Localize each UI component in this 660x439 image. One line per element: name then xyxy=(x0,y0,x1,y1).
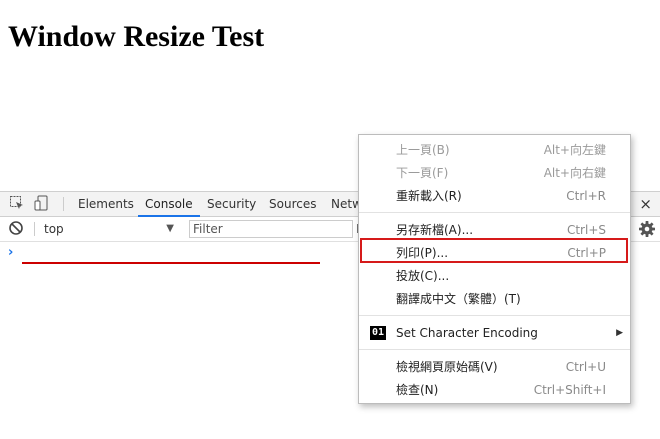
menu-item-set-character-encoding[interactable]: 01 Set Character Encoding ▶ xyxy=(359,322,630,344)
menu-separator xyxy=(359,315,630,316)
menu-item-label: 檢查(N) xyxy=(396,383,439,397)
menu-item-shortcut: Ctrl+R xyxy=(566,189,606,203)
menu-item-label: 重新載入(R) xyxy=(396,189,462,203)
menu-item-translate[interactable]: 翻譯成中文（繁體）(T) xyxy=(359,288,630,310)
tab-divider xyxy=(63,197,64,211)
submenu-arrow-icon: ▶ xyxy=(616,328,623,338)
clear-console-icon[interactable] xyxy=(8,220,24,236)
menu-item-label: 檢視網頁原始碼(V) xyxy=(396,360,498,374)
context-selector-value: top xyxy=(44,222,64,236)
menu-item-label: 下一頁(F) xyxy=(396,166,449,180)
console-filter-input[interactable] xyxy=(189,220,353,238)
menu-item-shortcut: Ctrl+P xyxy=(567,246,606,260)
menu-item-label: 翻譯成中文（繁體）(T) xyxy=(396,292,521,306)
menu-item-shortcut: Ctrl+U xyxy=(565,360,606,374)
menu-item-forward[interactable]: 下一頁(F) Alt+向右鍵 xyxy=(359,162,630,184)
menu-item-label: 上一頁(B) xyxy=(396,143,450,157)
menu-item-print[interactable]: 列印(P)... Ctrl+P xyxy=(359,242,630,264)
menu-item-shortcut: Alt+向右鍵 xyxy=(543,166,606,180)
gear-icon[interactable] xyxy=(638,220,656,238)
context-selector[interactable]: top ▼ xyxy=(44,220,176,238)
encoding-icon: 01 xyxy=(370,326,386,340)
menu-item-reload[interactable]: 重新載入(R) Ctrl+R xyxy=(359,185,630,207)
device-toolbar-icon[interactable] xyxy=(34,195,50,211)
annotation-underline xyxy=(22,262,320,264)
menu-item-label: 投放(C)... xyxy=(396,269,450,283)
dropdown-arrow-icon: ▼ xyxy=(166,223,174,234)
menu-separator xyxy=(359,212,630,213)
page-heading: Window Resize Test xyxy=(8,20,265,53)
menu-item-cast[interactable]: 投放(C)... xyxy=(359,265,630,287)
menu-item-label: Set Character Encoding xyxy=(396,326,538,340)
console-prompt-icon: › xyxy=(8,245,14,260)
menu-item-save-as[interactable]: 另存新檔(A)... Ctrl+S xyxy=(359,219,630,241)
menu-item-inspect[interactable]: 檢查(N) Ctrl+Shift+I xyxy=(359,379,630,401)
context-menu: 上一頁(B) Alt+向左鍵 下一頁(F) Alt+向右鍵 重新載入(R) Ct… xyxy=(358,134,631,404)
menu-item-back[interactable]: 上一頁(B) Alt+向左鍵 xyxy=(359,139,630,161)
menu-item-label: 另存新檔(A)... xyxy=(396,223,474,237)
tab-elements[interactable]: Elements xyxy=(78,192,134,216)
close-devtools-icon[interactable]: × xyxy=(639,193,652,215)
menu-separator xyxy=(359,349,630,350)
toolbar-divider xyxy=(34,222,35,236)
menu-item-shortcut: Alt+向左鍵 xyxy=(543,143,606,157)
menu-item-shortcut: Ctrl+S xyxy=(566,223,606,237)
menu-item-shortcut: Ctrl+Shift+I xyxy=(533,383,606,397)
tab-security[interactable]: Security xyxy=(207,192,256,216)
menu-item-view-source[interactable]: 檢視網頁原始碼(V) Ctrl+U xyxy=(359,356,630,378)
tab-sources[interactable]: Sources xyxy=(269,192,316,216)
menu-item-label: 列印(P)... xyxy=(396,246,449,260)
tab-console[interactable]: Console xyxy=(138,192,200,217)
inspect-element-icon[interactable] xyxy=(9,195,25,211)
